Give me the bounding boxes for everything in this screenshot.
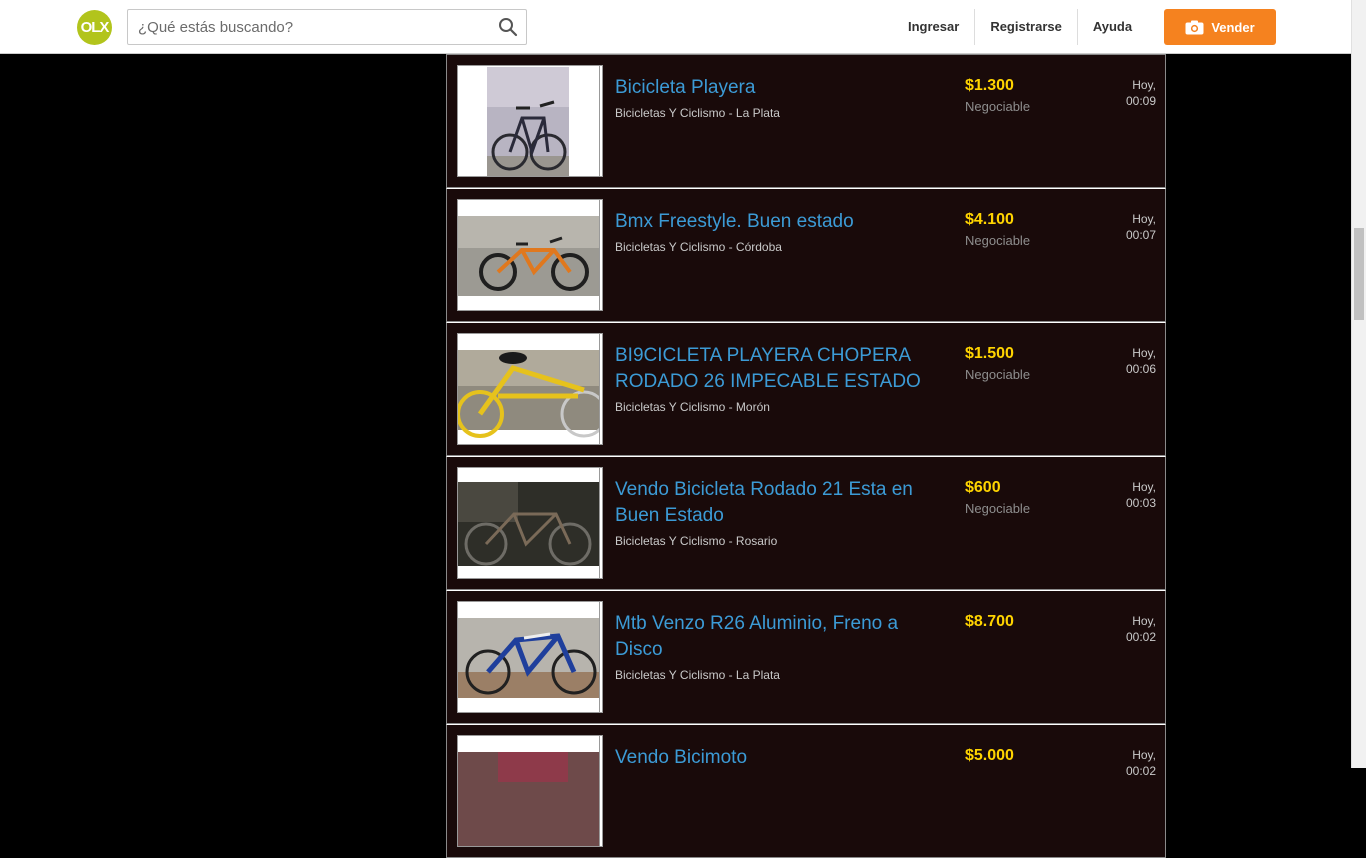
- search-box[interactable]: [127, 9, 527, 45]
- scrollbar-thumb[interactable]: [1354, 228, 1364, 320]
- negotiable-label: Negociable: [965, 99, 1031, 114]
- login-link[interactable]: Ingresar: [893, 9, 976, 45]
- listing-date-time: 00:06: [1125, 362, 1156, 376]
- listing-item[interactable]: Bicicleta Playera Bicicletas Y Ciclismo …: [446, 54, 1166, 188]
- negotiable-label: Negociable: [965, 367, 1031, 382]
- search-icon[interactable]: [498, 17, 518, 37]
- listing-date-day: Hoy,: [1132, 346, 1156, 360]
- listing-date-time: 00:07: [1125, 228, 1156, 242]
- listing-title[interactable]: Mtb Venzo R26 Aluminio, Freno a Disco: [615, 611, 935, 663]
- orange-bmx-photo: [458, 200, 599, 310]
- search-input[interactable]: [128, 10, 478, 44]
- listing-category: Bicicletas Y Ciclismo - Rosario: [615, 534, 778, 548]
- listing-thumbnail[interactable]: [457, 601, 603, 713]
- listing-date-day: Hoy,: [1132, 748, 1156, 762]
- listing-item[interactable]: Mtb Venzo R26 Aluminio, Freno a Disco Bi…: [446, 590, 1166, 724]
- listing-category: Bicicletas Y Ciclismo - Morón: [615, 400, 770, 414]
- listing-category: Bicicletas Y Ciclismo - La Plata: [615, 668, 780, 682]
- yellow-chopper-photo: [458, 334, 599, 444]
- listing-thumbnail[interactable]: [457, 199, 603, 311]
- listing-category: Bicicletas Y Ciclismo - La Plata: [615, 106, 780, 120]
- listing-category: Bicicletas Y Ciclismo - Córdoba: [615, 240, 782, 254]
- camera-icon: [1185, 20, 1204, 34]
- beach-bicycle-photo: [458, 66, 599, 176]
- bicimoto-photo: [458, 736, 599, 846]
- page-scrollbar[interactable]: [1351, 0, 1366, 768]
- dark-bicycle-photo: [458, 468, 599, 578]
- listing-title[interactable]: Vendo Bicimoto: [615, 745, 935, 771]
- listing-date-time: 00:02: [1125, 764, 1156, 778]
- olx-logo[interactable]: OLX: [77, 10, 112, 45]
- listing-date-day: Hoy,: [1132, 212, 1156, 226]
- listing-thumbnail[interactable]: [457, 467, 603, 579]
- listing-thumbnail[interactable]: [457, 333, 603, 445]
- listing-list: Bicicleta Playera Bicicletas Y Ciclismo …: [446, 54, 1166, 858]
- listing-thumbnail[interactable]: [457, 735, 603, 847]
- listing-date-time: 00:02: [1125, 630, 1156, 644]
- listing-date-day: Hoy,: [1132, 480, 1156, 494]
- listing-title[interactable]: Bmx Freestyle. Buen estado: [615, 209, 935, 235]
- listing-date-day: Hoy,: [1132, 78, 1156, 92]
- listing-date-day: Hoy,: [1132, 614, 1156, 628]
- listing-item[interactable]: BI9CICLETA PLAYERA CHOPERA RODADO 26 IMP…: [446, 322, 1166, 456]
- top-header: OLX Ingresar Registrarse Ayuda Vender: [0, 0, 1351, 54]
- listing-date-time: 00:09: [1125, 94, 1156, 108]
- listing-date: Hoy, 00:07: [1126, 211, 1156, 243]
- register-link[interactable]: Registrarse: [975, 9, 1078, 45]
- listing-date: Hoy, 00:03: [1126, 479, 1156, 511]
- listing-title[interactable]: Bicicleta Playera: [615, 75, 935, 101]
- listing-price: $8.700: [965, 613, 1014, 630]
- listing-title[interactable]: Vendo Bicicleta Rodado 21 Esta en Buen E…: [615, 477, 935, 529]
- listing-thumbnail[interactable]: [457, 65, 603, 177]
- listing-price: $1.300: [965, 77, 1014, 94]
- sell-button-label: Vender: [1211, 19, 1255, 35]
- listing-date: Hoy, 00:02: [1126, 613, 1156, 645]
- listing-price: $600: [965, 479, 1001, 496]
- listing-item[interactable]: Vendo Bicicleta Rodado 21 Esta en Buen E…: [446, 456, 1166, 590]
- negotiable-label: Negociable: [965, 233, 1031, 248]
- listing-date: Hoy, 00:02: [1126, 747, 1156, 779]
- listing-date-time: 00:03: [1125, 496, 1156, 510]
- listing-date: Hoy, 00:06: [1126, 345, 1156, 377]
- listing-title[interactable]: BI9CICLETA PLAYERA CHOPERA RODADO 26 IMP…: [615, 343, 935, 395]
- listing-price: $1.500: [965, 345, 1014, 362]
- header-nav: Ingresar Registrarse Ayuda: [893, 9, 1147, 45]
- listing-date: Hoy, 00:09: [1126, 77, 1156, 109]
- help-link[interactable]: Ayuda: [1078, 9, 1147, 45]
- listing-price: $5.000: [965, 747, 1014, 764]
- sell-button[interactable]: Vender: [1164, 9, 1276, 45]
- negotiable-label: Negociable: [965, 501, 1031, 516]
- listing-item[interactable]: Vendo Bicimoto $5.000 Hoy, 00:02: [446, 724, 1166, 858]
- listing-item[interactable]: Bmx Freestyle. Buen estado Bicicletas Y …: [446, 188, 1166, 322]
- listing-price: $4.100: [965, 211, 1014, 228]
- mountain-bike-photo: [458, 602, 599, 712]
